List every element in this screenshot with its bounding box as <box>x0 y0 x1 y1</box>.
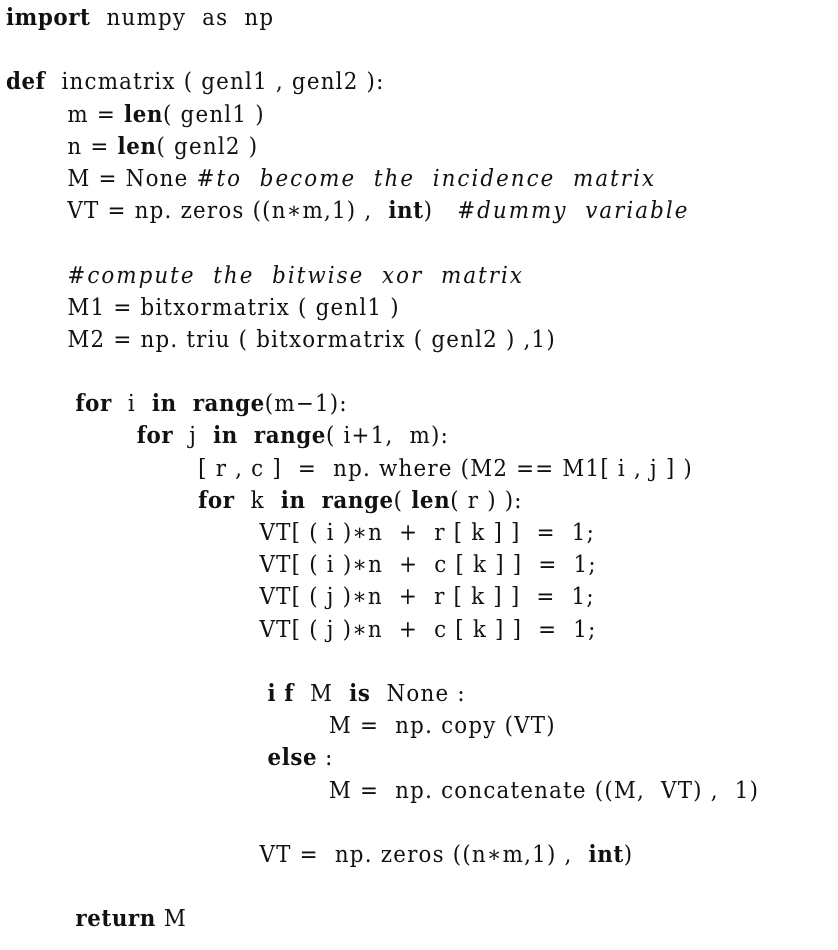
code-text: k <box>234 487 281 514</box>
code-line: else : <box>6 742 759 774</box>
code-line: for j in range( i+1, m): <box>6 420 759 452</box>
code-text: M = np. concatenate ((M, VT) , 1) <box>312 777 760 804</box>
code-keyword: len <box>411 486 451 514</box>
code-line: for k in range( len( r ) ): <box>6 485 759 517</box>
code-keyword: int <box>388 197 424 225</box>
code-text: VT[ ( i )∗n + c [ k ] ] = 1; <box>251 552 597 579</box>
code-keyword: in <box>280 486 306 514</box>
code-text: m = <box>67 101 125 128</box>
code-line: n = len( genl2 ) <box>6 131 759 163</box>
code-comment: #compute the bitwise xor matrix <box>67 262 525 289</box>
code-keyword: range <box>192 390 265 418</box>
code-text: M = None <box>67 165 197 192</box>
code-text: j <box>173 423 214 450</box>
code-line: M = None #to become the incidence matrix <box>6 163 759 195</box>
code-line: def incmatrix ( genl1 , genl2 ): <box>6 66 759 98</box>
code-keyword: for <box>128 422 174 450</box>
code-keyword: else <box>267 744 318 772</box>
code-keyword: range <box>321 486 394 514</box>
code-keyword: is <box>349 679 371 707</box>
code-listing: import numpy as np def incmatrix ( genl1… <box>6 2 816 935</box>
code-line: #compute the bitwise xor matrix <box>6 260 759 292</box>
code-text: VT[ ( j )∗n + c [ k ] ] = 1; <box>251 616 597 643</box>
code-keyword: i f <box>267 679 295 707</box>
code-text: (m−1): <box>264 391 348 418</box>
code-line: import numpy as np <box>6 2 759 34</box>
code-line: VT[ ( i )∗n + r [ k ] ] = 1; <box>6 517 759 549</box>
code-line: VT = np. zeros ((n∗m,1) , int) #dummy va… <box>6 195 759 227</box>
code-text: M <box>294 680 350 707</box>
code-text: VT = np. zeros ((n∗m,1) , <box>251 841 589 868</box>
code-keyword: for <box>190 486 235 514</box>
code-keyword: in <box>213 422 238 450</box>
code-text: [ r , c ] = np. where (M2 == M1[ i , j ]… <box>190 455 693 482</box>
code-text: ( genl2 ) <box>156 133 259 160</box>
code-text: VT[ ( i )∗n + r [ k ] ] = 1; <box>251 520 595 546</box>
code-line: M = np. concatenate ((M, VT) , 1) <box>6 775 759 807</box>
code-line: VT = np. zeros ((n∗m,1) , int) <box>6 839 759 871</box>
code-text: M2 = np. triu ( bitxormatrix ( genl2 ) ,… <box>67 326 556 353</box>
code-line: [ r , c ] = np. where (M2 == M1[ i , j ]… <box>6 453 759 485</box>
code-line: M = np. copy (VT) <box>6 710 759 742</box>
code-keyword: range <box>253 422 326 450</box>
code-text: VT = np. zeros ((n∗m,1) , <box>67 198 389 225</box>
code-text: ( <box>393 487 412 514</box>
code-keyword: len <box>124 100 163 128</box>
code-text: n = <box>67 133 118 160</box>
code-text: : <box>317 745 334 772</box>
code-keyword: import <box>6 4 91 31</box>
code-text: ( i+1, m): <box>325 423 449 450</box>
code-line: i f M is None : <box>6 678 759 710</box>
code-keyword: return <box>67 905 156 933</box>
code-line: VT[ ( j )∗n + c [ k ] ] = 1; <box>6 614 759 646</box>
code-text: i <box>111 391 152 418</box>
code-line: for i in range(m−1): <box>6 388 759 420</box>
code-text: incmatrix ( genl1 , genl2 ): <box>45 69 385 96</box>
code-text: ) <box>623 841 634 868</box>
code-keyword: len <box>117 132 157 160</box>
code-line: VT[ ( j )∗n + r [ k ] ] = 1; <box>6 581 759 613</box>
code-text: None : <box>370 680 466 707</box>
code-keyword: in <box>151 390 177 418</box>
code-text: numpy as np <box>90 5 275 31</box>
code-text: M <box>155 906 188 933</box>
code-text: ) <box>423 198 458 225</box>
code-line: M1 = bitxormatrix ( genl1 ) <box>6 292 759 324</box>
code-keyword: for <box>67 390 112 418</box>
code-keyword: int <box>588 840 624 868</box>
code-line: M2 = np. triu ( bitxormatrix ( genl2 ) ,… <box>6 324 759 356</box>
code-text: ( genl1 ) <box>162 101 265 128</box>
code-text: M = np. copy (VT) <box>312 713 556 740</box>
code-text: ( r ) ): <box>450 487 523 514</box>
code-comment: #dummy variable <box>457 198 690 225</box>
code-text: VT[ ( j )∗n + r [ k ] ] = 1; <box>251 584 595 611</box>
code-keyword: def <box>6 68 46 96</box>
code-line: VT[ ( i )∗n + c [ k ] ] = 1; <box>6 549 759 581</box>
code-comment: #to become the incidence matrix <box>196 165 657 192</box>
code-text: M1 = bitxormatrix ( genl1 ) <box>67 294 400 321</box>
code-line: return M <box>6 903 759 935</box>
code-line: m = len( genl1 ) <box>6 99 759 131</box>
